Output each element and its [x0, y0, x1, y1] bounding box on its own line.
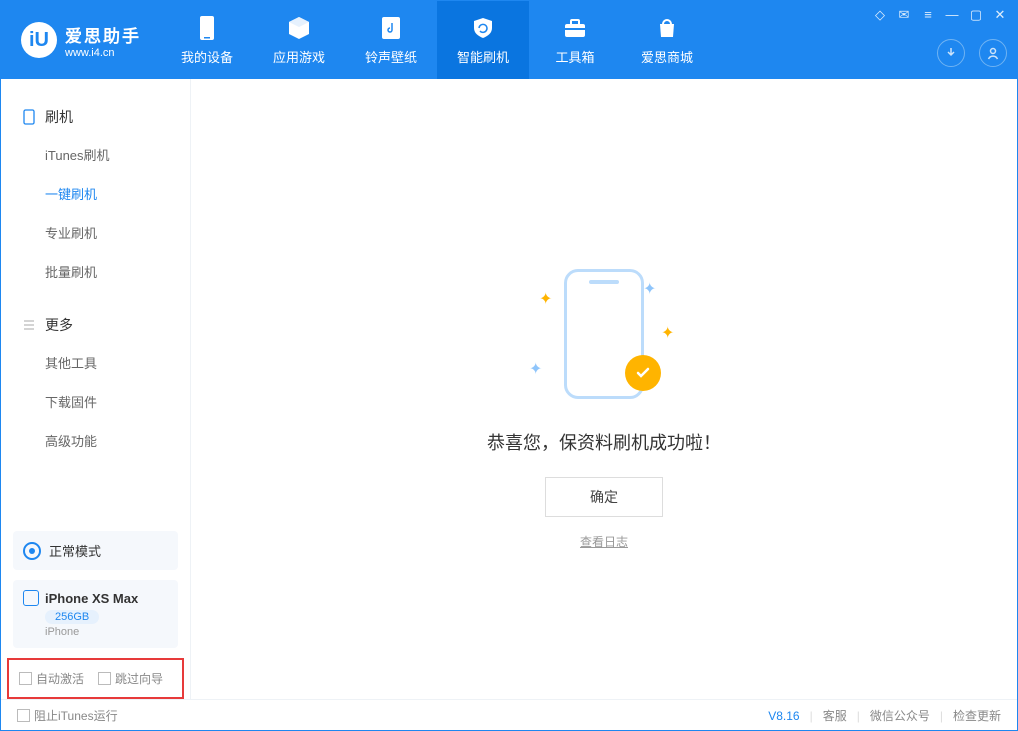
tab-toolbox[interactable]: 工具箱	[529, 1, 621, 79]
maximize-button[interactable]: ▢	[969, 7, 983, 23]
system-buttons: ◇ ✉ ≡ — ▢ ✕	[873, 7, 1007, 23]
shopping-bag-icon	[654, 15, 680, 41]
tab-label: 工具箱	[555, 47, 594, 66]
device-name-text: iPhone XS Max	[45, 591, 138, 606]
sidebar-group-flash: 刷机	[1, 99, 190, 135]
sidebar-item-itunes-flash[interactable]: iTunes刷机	[1, 135, 190, 174]
main-content: ✦ ✦ ✦ ✦ 恭喜您，保资料刷机成功啦！ 确定 查看日志	[191, 79, 1017, 699]
checkbox-skip-guide[interactable]: 跳过向导	[98, 670, 163, 687]
sidebar-group-more: 更多	[1, 307, 190, 343]
checkbox-auto-activate[interactable]: 自动激活	[19, 670, 84, 687]
checkbox-icon	[17, 709, 30, 722]
sidebar-item-pro-flash[interactable]: 专业刷机	[1, 213, 190, 252]
sidebar-item-batch-flash[interactable]: 批量刷机	[1, 252, 190, 291]
feedback-icon[interactable]: ✉	[897, 7, 911, 23]
sidebar-item-oneclick-flash[interactable]: 一键刷机	[1, 174, 190, 213]
sidebar: 刷机 iTunes刷机 一键刷机 专业刷机 批量刷机 更多 其他工具 下载固件 …	[1, 79, 191, 699]
music-file-icon	[378, 15, 404, 41]
mode-indicator[interactable]: 正常模式	[13, 531, 178, 570]
footer-link-update[interactable]: 检查更新	[953, 707, 1001, 724]
tab-smart-flash[interactable]: 智能刷机	[437, 1, 529, 79]
tab-store[interactable]: 爱思商城	[621, 1, 713, 79]
footer-link-support[interactable]: 客服	[823, 707, 847, 724]
tab-my-device[interactable]: 我的设备	[161, 1, 253, 79]
view-log-link[interactable]: 查看日志	[580, 533, 628, 550]
footer-link-wechat[interactable]: 微信公众号	[870, 707, 930, 724]
user-button[interactable]	[979, 39, 1007, 67]
toolbox-icon	[562, 15, 588, 41]
mode-icon	[23, 542, 41, 560]
checkbox-icon	[19, 672, 32, 685]
tab-label: 应用游戏	[273, 47, 325, 66]
app-header: iU 爱思助手 www.i4.cn 我的设备 应用游戏 铃声壁纸 智能刷机 工具…	[1, 1, 1017, 79]
download-button[interactable]	[937, 39, 965, 67]
sidebar-item-advanced[interactable]: 高级功能	[1, 421, 190, 460]
tab-apps-games[interactable]: 应用游戏	[253, 1, 345, 79]
success-message: 恭喜您，保资料刷机成功啦！	[487, 429, 721, 455]
close-button[interactable]: ✕	[993, 7, 1007, 23]
refresh-shield-icon	[470, 15, 496, 41]
tab-label: 智能刷机	[457, 47, 509, 66]
device-icon	[194, 15, 220, 41]
phone-icon	[21, 109, 37, 125]
list-icon	[21, 317, 37, 333]
tab-label: 爱思商城	[641, 47, 693, 66]
status-bar: 阻止iTunes运行 V8.16 | 客服 | 微信公众号 | 检查更新	[1, 699, 1017, 731]
mode-label: 正常模式	[49, 541, 101, 560]
cube-icon	[286, 15, 312, 41]
options-highlighted-box: 自动激活 跳过向导	[7, 658, 184, 699]
nav-tabs: 我的设备 应用游戏 铃声壁纸 智能刷机 工具箱 爱思商城	[161, 1, 713, 79]
app-title: 爱思助手	[65, 22, 141, 47]
menu-icon[interactable]: ≡	[921, 7, 935, 23]
tshirt-icon[interactable]: ◇	[873, 7, 887, 23]
app-subtitle: www.i4.cn	[65, 47, 141, 59]
checkbox-block-itunes[interactable]: 阻止iTunes运行	[17, 707, 118, 724]
check-badge-icon	[625, 355, 661, 391]
tab-label: 铃声壁纸	[365, 47, 417, 66]
device-type: iPhone	[45, 626, 168, 638]
logo-icon: iU	[21, 22, 57, 58]
tab-label: 我的设备	[181, 47, 233, 66]
app-logo: iU 爱思助手 www.i4.cn	[21, 22, 141, 59]
device-icon	[23, 590, 39, 606]
sidebar-item-other-tools[interactable]: 其他工具	[1, 343, 190, 382]
version-label: V8.16	[768, 709, 799, 723]
device-capacity: 256GB	[45, 610, 99, 624]
ok-button[interactable]: 确定	[545, 477, 663, 517]
minimize-button[interactable]: —	[945, 7, 959, 23]
checkbox-icon	[98, 672, 111, 685]
device-info[interactable]: iPhone XS Max 256GB iPhone	[13, 580, 178, 648]
sidebar-item-download-firmware[interactable]: 下载固件	[1, 382, 190, 421]
success-illustration: ✦ ✦ ✦ ✦	[529, 269, 679, 409]
tab-ringtones-wallpapers[interactable]: 铃声壁纸	[345, 1, 437, 79]
